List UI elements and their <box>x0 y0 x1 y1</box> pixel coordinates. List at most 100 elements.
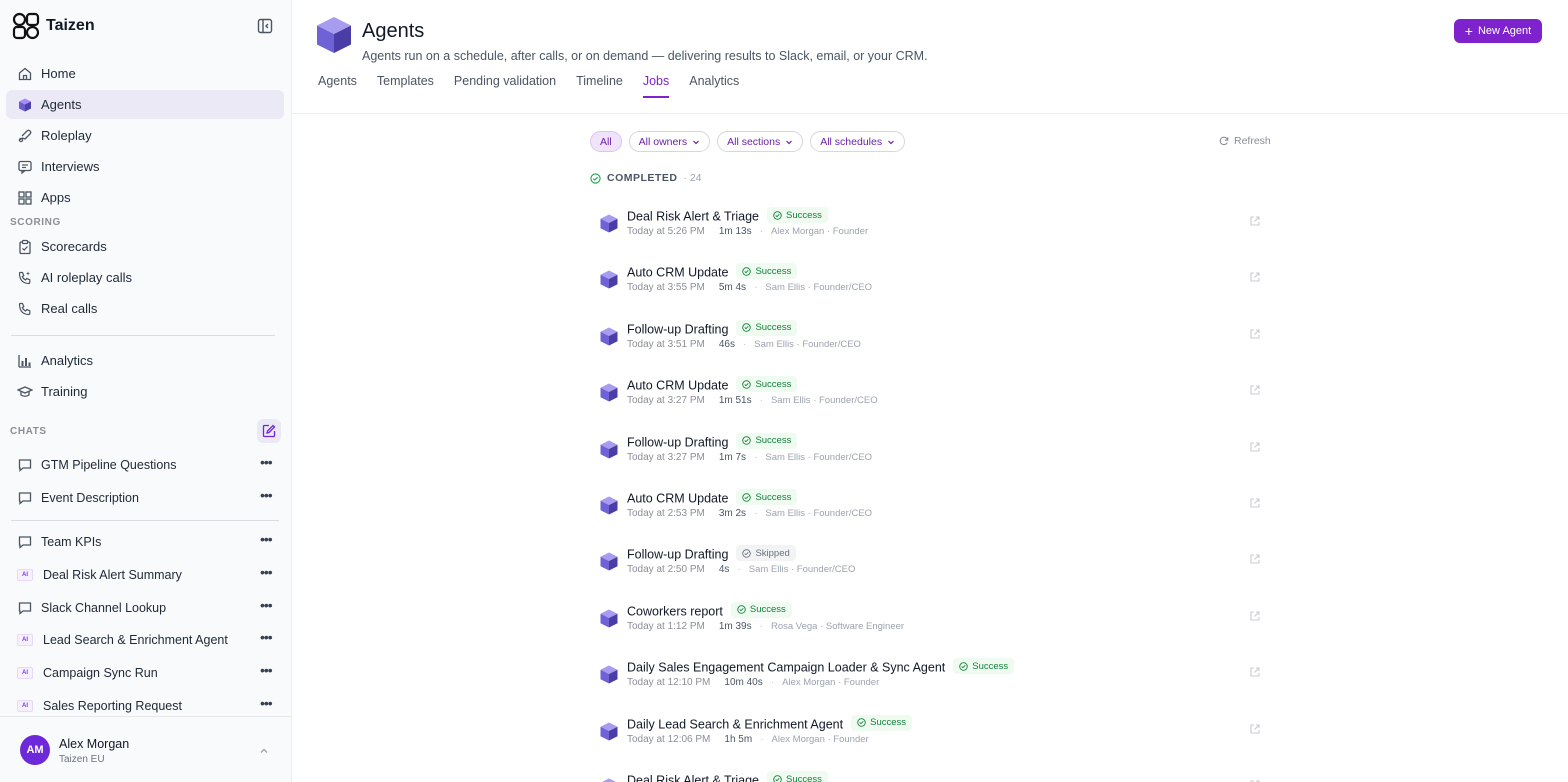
chat-item[interactable]: Team KPIs ••• <box>6 527 284 556</box>
tab-jobs[interactable]: Jobs <box>642 74 670 98</box>
more-options-icon[interactable]: ••• <box>260 696 274 712</box>
filter-all[interactable]: All <box>590 131 622 152</box>
job-time: Today at 3:27 PM <box>627 395 705 407</box>
nav-training[interactable]: Training <box>6 377 284 406</box>
job-row[interactable]: Auto CRM Update Success Today at 3:27 PM 1m… <box>590 370 1270 422</box>
new-agent-button[interactable]: + New Agent <box>1454 19 1542 43</box>
job-row[interactable]: Deal Risk Alert & Triage Success Today at … <box>590 201 1270 253</box>
interviews-icon <box>18 160 32 174</box>
job-name: Auto CRM Update Success <box>627 376 798 393</box>
open-external-icon[interactable] <box>1249 723 1261 735</box>
chat-item[interactable]: Event Description ••• <box>6 483 284 512</box>
agent-cube-icon <box>600 552 618 571</box>
ai-phone-icon <box>18 271 31 284</box>
more-options-icon[interactable]: ••• <box>260 455 274 471</box>
status-badge-label: Success <box>755 491 792 503</box>
tab-pending-validation[interactable]: Pending validation <box>454 74 556 98</box>
job-owner: Sam Ellis · Founder/CEO <box>765 282 873 294</box>
nav-ai-roleplay-calls[interactable]: AI roleplay calls <box>6 263 284 292</box>
tab-templates[interactable]: Templates <box>377 74 434 98</box>
status-badge: Success <box>736 489 798 505</box>
job-meta: Today at 12:10 PM 10m 40s · Alex Morgan · F… <box>627 677 879 688</box>
job-time: Today at 2:50 PM <box>627 564 705 576</box>
job-row[interactable]: Auto CRM Update Success Today at 3:55 PM 5m… <box>590 257 1270 309</box>
user-menu[interactable]: AM Alex Morgan Taizen EU <box>0 716 292 782</box>
chat-item[interactable]: Slack Channel Lookup ••• <box>6 593 284 622</box>
job-time: Today at 5:26 PM <box>627 226 705 237</box>
job-duration: 46s <box>718 338 735 350</box>
filter-owners-dropdown[interactable]: All owners <box>628 131 711 152</box>
nav-analytics[interactable]: Analytics <box>6 346 284 375</box>
nav-agents[interactable]: Agents <box>6 90 284 119</box>
job-owner: Sam Ellis · Founder/CEO <box>770 395 878 407</box>
agent-cube-icon <box>602 778 616 782</box>
chat-item[interactable]: GTM Pipeline Questions ••• <box>6 450 284 479</box>
job-name: Auto CRM Update Success <box>627 263 798 280</box>
open-external-icon[interactable] <box>1249 328 1261 340</box>
chat-item[interactable]: AI Deal Risk Alert Summary ••• <box>6 560 284 589</box>
status-badge: Success <box>736 263 798 280</box>
check-circle-icon <box>742 436 752 445</box>
job-row[interactable]: Daily Sales Engagement Campaign Loader &… <box>590 652 1270 704</box>
tab-analytics[interactable]: Analytics <box>689 74 739 98</box>
nav-real-calls[interactable]: Real calls <box>6 294 284 323</box>
status-badge: Success <box>736 432 798 449</box>
chat-item[interactable]: AI Campaign Sync Run ••• <box>6 658 284 687</box>
new-chat-button[interactable] <box>257 419 281 443</box>
job-row[interactable]: Deal Risk Alert & Triage Success <box>590 765 1270 782</box>
more-options-icon[interactable]: ••• <box>260 630 274 646</box>
user-name: Alex Morgan <box>59 737 130 751</box>
nav-interviews[interactable]: Interviews <box>6 152 284 181</box>
open-external-icon[interactable] <box>1249 666 1261 678</box>
job-row[interactable]: Follow-up Drafting Success Today at 3:51 P… <box>590 314 1270 366</box>
open-external-icon[interactable] <box>1249 384 1261 396</box>
chevron-up-icon[interactable] <box>258 745 270 757</box>
page-subtitle: Agents run on a schedule, after calls, o… <box>362 49 928 63</box>
job-duration: 10m 40s <box>724 677 763 689</box>
refresh-button[interactable]: Refresh <box>1219 135 1271 147</box>
open-external-icon[interactable] <box>1249 215 1261 227</box>
nav-home[interactable]: Home <box>6 59 284 88</box>
open-external-icon[interactable] <box>1249 441 1261 453</box>
tab-timeline[interactable]: Timeline <box>576 74 623 98</box>
chat-bubble-icon <box>18 535 32 549</box>
open-external-icon[interactable] <box>1249 497 1261 509</box>
nav-analytics-label: Analytics <box>41 353 94 368</box>
ai-badge: AI <box>17 568 33 581</box>
open-external-icon[interactable] <box>1249 553 1261 565</box>
tab-agents[interactable]: Agents <box>318 74 357 98</box>
filter-sections-dropdown[interactable]: All sections <box>717 131 804 152</box>
filter-owners-label: All owners <box>638 135 688 148</box>
open-external-icon[interactable] <box>1249 610 1261 622</box>
job-meta: Today at 5:26 PM 1m 13s · Alex Morgan · Fou… <box>627 226 868 237</box>
more-options-icon[interactable]: ••• <box>260 532 274 548</box>
status-badge-label: Success <box>755 435 792 447</box>
job-time: Today at 3:55 PM <box>627 282 705 294</box>
job-name: Coworkers report Success <box>627 601 792 618</box>
job-duration: 5m 4s <box>718 282 747 294</box>
more-options-icon[interactable]: ••• <box>260 565 274 581</box>
more-options-icon[interactable]: ••• <box>260 598 274 614</box>
nav-scorecards[interactable]: Scorecards <box>6 232 284 261</box>
job-name: Daily Sales Engagement Campaign Loader &… <box>627 658 1015 675</box>
job-row[interactable]: Daily Lead Search & Enrichment Agent Succ… <box>590 709 1270 761</box>
job-row[interactable]: Coworkers report Success Today at 1:12 PM 1… <box>590 596 1270 648</box>
filter-schedules-dropdown[interactable]: All schedules <box>810 131 906 152</box>
check-circle-icon <box>773 210 782 220</box>
job-row[interactable]: Auto CRM Update Success Today at 2:53 PM 3m… <box>590 483 1270 535</box>
more-options-icon[interactable]: ••• <box>260 488 274 504</box>
job-time: Today at 1:12 PM <box>627 620 705 632</box>
job-name: Deal Risk Alert & Triage Success <box>627 207 828 224</box>
bar-chart-icon <box>18 354 31 368</box>
job-row[interactable]: Follow-up Drafting Success Today at 3:27 P… <box>590 427 1270 479</box>
brand[interactable]: Taizen <box>12 12 95 40</box>
more-options-icon[interactable]: ••• <box>260 663 274 679</box>
collapse-sidebar-icon[interactable] <box>257 18 273 34</box>
phone-icon <box>18 302 31 315</box>
nav-apps[interactable]: Apps <box>6 183 284 212</box>
open-external-icon[interactable] <box>1249 271 1261 283</box>
nav-roleplay[interactable]: Roleplay <box>6 121 284 150</box>
chat-item[interactable]: AI Lead Search & Enrichment Agent ••• <box>6 625 284 654</box>
job-row[interactable]: Follow-up Drafting Skipped Today at 2:50 P… <box>590 539 1270 591</box>
status-badge-label: Skipped <box>755 547 790 559</box>
